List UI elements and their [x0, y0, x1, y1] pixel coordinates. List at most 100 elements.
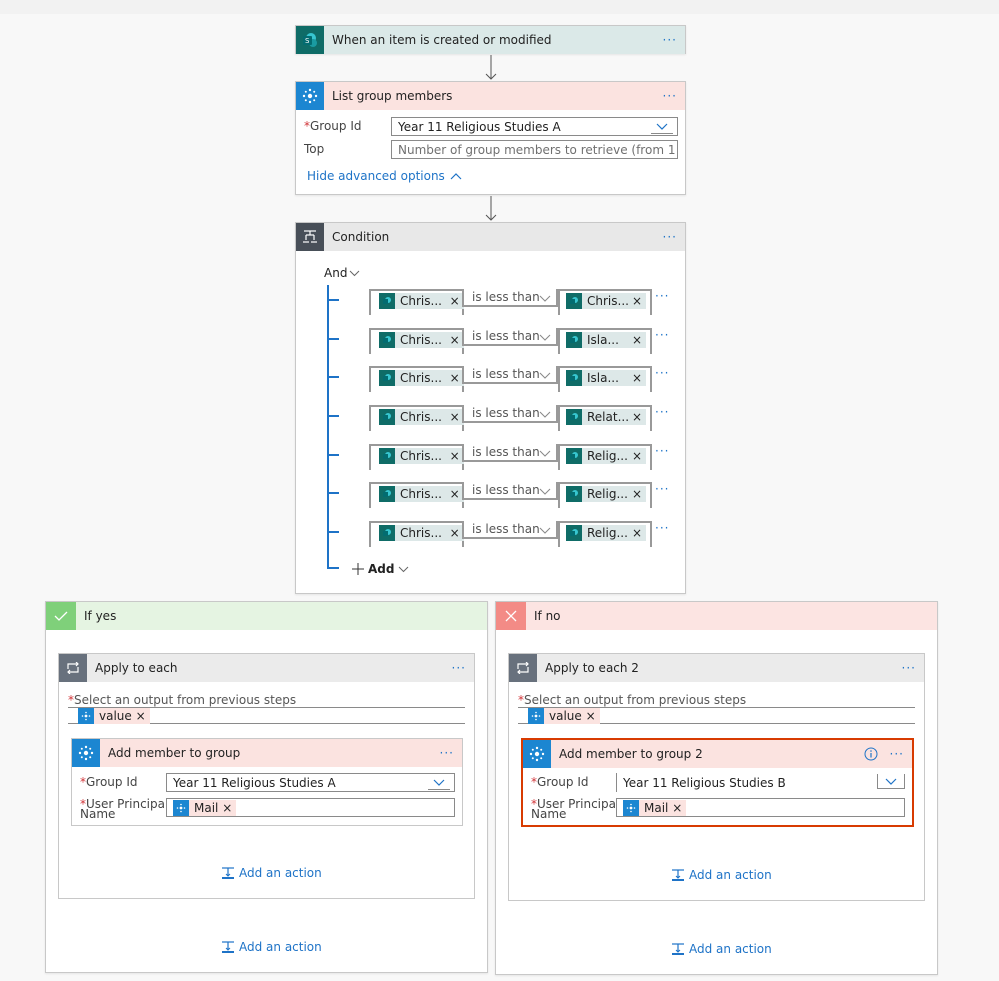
select-output-input[interactable]: value ×: [518, 708, 915, 724]
value-token[interactable]: value ×: [528, 708, 600, 724]
condition-left-operand[interactable]: Chris... ×: [369, 405, 464, 431]
apply-to-each-header[interactable]: Apply to each ···: [59, 654, 474, 682]
apply-to-each-menu-button[interactable]: ···: [452, 661, 474, 675]
hide-advanced-options-link[interactable]: Hide advanced options: [307, 169, 462, 183]
dynamic-token[interactable]: Relig... ×: [566, 486, 646, 502]
trigger-card[interactable]: S When an item is created or modified ··…: [295, 25, 686, 54]
chevron-down-icon[interactable]: [651, 119, 673, 134]
condition-right-operand[interactable]: Relig... ×: [558, 482, 652, 508]
remove-token-icon[interactable]: ×: [632, 487, 642, 501]
condition-right-operand[interactable]: Isla... ×: [558, 328, 652, 354]
apply-to-each-2-card[interactable]: Apply to each 2 ··· *Select an output fr…: [508, 653, 925, 901]
list-group-members-card[interactable]: List group members ··· *Group Id Year 11…: [295, 81, 686, 195]
trigger-menu-button[interactable]: ···: [663, 33, 685, 47]
add-action-button[interactable]: Add an action: [671, 868, 772, 882]
group-id-select[interactable]: Year 11 Religious Studies A: [166, 773, 455, 792]
condition-operator-select[interactable]: is less than: [462, 521, 558, 539]
condition-right-operand[interactable]: Chris... ×: [558, 289, 652, 315]
remove-token-icon[interactable]: ×: [450, 294, 460, 308]
condition-right-operand[interactable]: Relig... ×: [558, 521, 652, 547]
apply-to-each-2-header[interactable]: Apply to each 2 ···: [509, 654, 924, 682]
add-member-2-card[interactable]: Add member to group 2 ··· *Group Id Year…: [521, 738, 914, 827]
remove-token-icon[interactable]: ×: [222, 801, 232, 815]
dynamic-token[interactable]: Chris... ×: [379, 486, 464, 502]
condition-operator-select[interactable]: is less than: [462, 405, 558, 423]
condition-left-operand[interactable]: Chris... ×: [369, 289, 464, 315]
remove-token-icon[interactable]: ×: [632, 526, 642, 540]
add-member-header[interactable]: Add member to group ···: [72, 739, 462, 767]
if-no-header[interactable]: If no: [496, 602, 937, 630]
dynamic-token[interactable]: Chris... ×: [379, 525, 464, 541]
remove-token-icon[interactable]: ×: [672, 801, 682, 815]
group-id-select[interactable]: Year 11 Religious Studies A: [391, 117, 678, 136]
condition-operator-select[interactable]: is less than: [462, 328, 558, 346]
remove-token-icon[interactable]: ×: [632, 371, 642, 385]
condition-header[interactable]: Condition ···: [296, 223, 685, 251]
if-yes-header[interactable]: If yes: [46, 602, 487, 630]
and-operator-dropdown[interactable]: And: [324, 266, 360, 280]
trigger-header[interactable]: S When an item is created or modified ··…: [296, 26, 685, 54]
remove-token-icon[interactable]: ×: [632, 294, 642, 308]
add-condition-button[interactable]: Add: [352, 562, 409, 576]
remove-token-icon[interactable]: ×: [450, 526, 460, 540]
upn-input[interactable]: Mail ×: [166, 798, 455, 817]
remove-token-icon[interactable]: ×: [632, 449, 642, 463]
remove-token-icon[interactable]: ×: [136, 709, 146, 723]
condition-operator-select[interactable]: is less than: [462, 444, 558, 462]
dynamic-token[interactable]: Relig... ×: [566, 448, 646, 464]
condition-row-menu-button[interactable]: ···: [655, 482, 677, 496]
condition-row-menu-button[interactable]: ···: [655, 521, 677, 535]
mail-token[interactable]: Mail ×: [623, 799, 687, 816]
upn-input[interactable]: Mail ×: [616, 798, 905, 817]
select-output-input[interactable]: value ×: [68, 708, 465, 724]
dynamic-token[interactable]: Relat... ×: [566, 409, 646, 425]
condition-left-operand[interactable]: Chris... ×: [369, 444, 464, 470]
dynamic-token[interactable]: Chris... ×: [379, 293, 464, 309]
list-group-members-header[interactable]: List group members ···: [296, 82, 685, 110]
condition-operator-select[interactable]: is less than: [462, 289, 558, 307]
add-action-button[interactable]: Add an action: [671, 942, 772, 956]
info-icon[interactable]: [864, 747, 878, 761]
condition-row-menu-button[interactable]: ···: [655, 289, 677, 303]
condition-row-menu-button[interactable]: ···: [655, 366, 677, 380]
condition-menu-button[interactable]: ···: [663, 230, 685, 244]
condition-operator-select[interactable]: is less than: [462, 482, 558, 500]
condition-right-operand[interactable]: Relat... ×: [558, 405, 652, 431]
add-member-2-header[interactable]: Add member to group 2 ···: [523, 740, 912, 768]
condition-row-menu-button[interactable]: ···: [655, 444, 677, 458]
remove-token-icon[interactable]: ×: [450, 333, 460, 347]
chevron-down-icon[interactable]: [428, 775, 450, 790]
condition-right-operand[interactable]: Isla... ×: [558, 366, 652, 392]
condition-row-menu-button[interactable]: ···: [655, 328, 677, 342]
remove-token-icon[interactable]: ×: [632, 410, 642, 424]
group-id-select[interactable]: Year 11 Religious Studies B: [616, 773, 905, 792]
dynamic-token[interactable]: Chris... ×: [566, 293, 646, 309]
top-input[interactable]: Number of group members to retrieve (fro…: [391, 140, 678, 159]
add-action-button[interactable]: Add an action: [221, 940, 322, 954]
remove-token-icon[interactable]: ×: [450, 449, 460, 463]
add-action-button[interactable]: Add an action: [221, 866, 322, 880]
dynamic-token[interactable]: Chris... ×: [379, 448, 464, 464]
apply-to-each-card[interactable]: Apply to each ··· *Select an output from…: [58, 653, 475, 899]
condition-left-operand[interactable]: Chris... ×: [369, 521, 464, 547]
add-member-card[interactable]: Add member to group ··· *Group Id Year 1…: [71, 738, 463, 826]
dynamic-token[interactable]: Isla... ×: [566, 370, 646, 386]
dynamic-token[interactable]: Relig... ×: [566, 525, 646, 541]
add-member-menu-button[interactable]: ···: [440, 746, 462, 760]
condition-row-menu-button[interactable]: ···: [655, 405, 677, 419]
dynamic-token[interactable]: Chris... ×: [379, 332, 464, 348]
value-token[interactable]: value ×: [78, 708, 150, 724]
add-member-2-menu-button[interactable]: ···: [890, 747, 912, 761]
condition-operator-select[interactable]: is less than: [462, 366, 558, 384]
apply-to-each-2-menu-button[interactable]: ···: [902, 661, 924, 675]
chevron-down-icon[interactable]: [877, 774, 905, 789]
remove-token-icon[interactable]: ×: [632, 333, 642, 347]
dynamic-token[interactable]: Chris... ×: [379, 370, 464, 386]
remove-token-icon[interactable]: ×: [586, 709, 596, 723]
condition-right-operand[interactable]: Relig... ×: [558, 444, 652, 470]
dynamic-token[interactable]: Isla... ×: [566, 332, 646, 348]
dynamic-token[interactable]: Chris... ×: [379, 409, 464, 425]
remove-token-icon[interactable]: ×: [450, 487, 460, 501]
condition-left-operand[interactable]: Chris... ×: [369, 482, 464, 508]
condition-card[interactable]: Condition ··· And Chris... × is less tha…: [295, 222, 686, 594]
